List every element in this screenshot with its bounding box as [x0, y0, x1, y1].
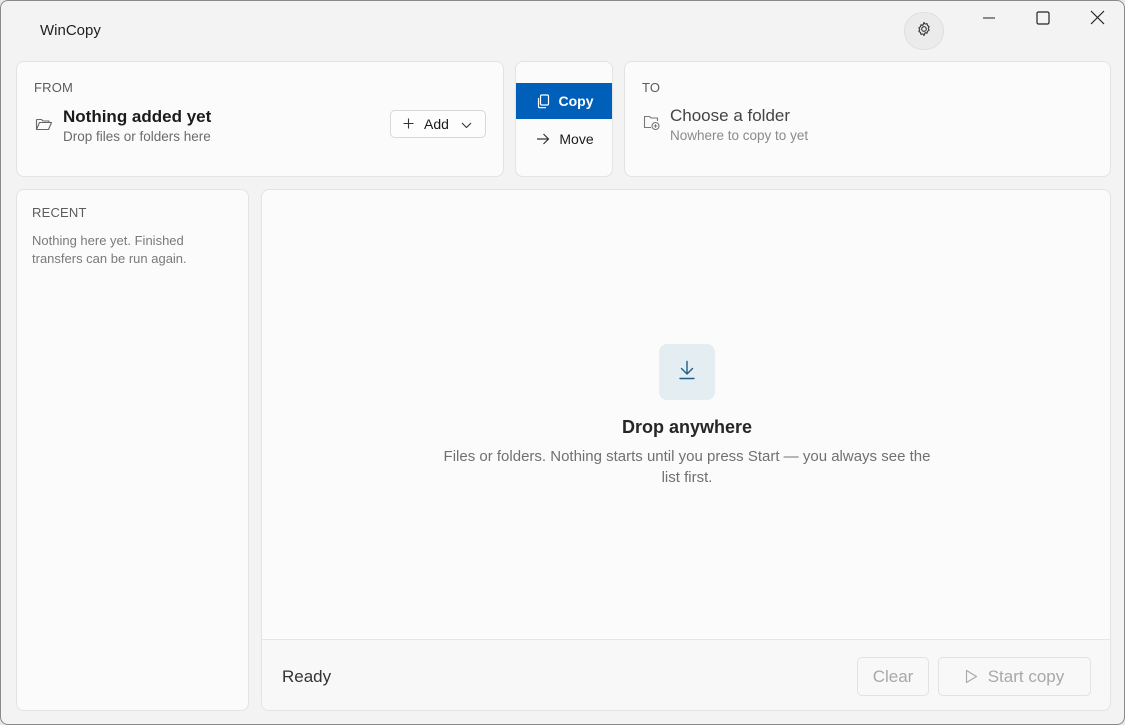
title-bar[interactable]: WinCopy [1, 1, 1124, 57]
start-copy-label: Start copy [987, 666, 1065, 686]
recent-label: RECENT [32, 205, 87, 220]
to-panel[interactable]: TO Choose a folder Nowhere to copy to ye… [624, 61, 1111, 177]
add-button[interactable]: Add [390, 110, 486, 138]
app-title: WinCopy [40, 22, 101, 39]
copy-mode-label: Copy [558, 93, 594, 109]
to-label: TO [642, 80, 661, 95]
drop-zone[interactable]: Drop anywhere Files or folders. Nothing … [261, 189, 1111, 711]
drop-icon-box [659, 344, 715, 400]
download-arrow-icon [678, 360, 696, 385]
drop-title: Drop anywhere [621, 417, 753, 437]
chevron-down-icon [461, 116, 472, 132]
from-label: FROM [34, 80, 74, 95]
close-button[interactable] [1069, 1, 1124, 39]
maximize-button[interactable] [1015, 1, 1071, 39]
start-copy-button[interactable]: Start copy [938, 657, 1091, 696]
close-icon [1090, 10, 1105, 30]
move-mode-label: Move [559, 131, 594, 147]
status-text: Ready [282, 667, 332, 686]
play-icon [965, 669, 978, 684]
gear-icon [916, 21, 932, 42]
drop-description: Files or folders. Nothing starts until y… [443, 448, 931, 486]
recent-panel: RECENT Nothing here yet. Finished transf… [16, 189, 249, 711]
from-title: Nothing added yet [63, 107, 212, 126]
folder-open-icon [35, 116, 53, 137]
from-subtitle: Drop files or folders here [63, 129, 211, 144]
clear-button[interactable]: Clear [857, 657, 929, 696]
add-button-label: Add [424, 116, 449, 132]
move-mode-button[interactable]: Move [516, 121, 612, 157]
maximize-icon [1036, 10, 1050, 30]
mode-selector: Copy Move [515, 61, 613, 177]
to-title: Choose a folder [670, 106, 791, 125]
footer-bar: Ready Clear Start copy [262, 639, 1110, 710]
to-subtitle: Nowhere to copy to yet [670, 128, 809, 143]
plus-icon [403, 116, 414, 132]
app-window: WinCopy FROM Nothing added yet Drop file… [0, 0, 1125, 725]
from-panel[interactable]: FROM Nothing added yet Drop files or fol… [16, 61, 504, 177]
recent-empty-text: Nothing here yet. Finished transfers can… [32, 233, 187, 266]
minimize-icon [982, 11, 996, 30]
copy-icon [537, 93, 550, 109]
arrow-right-icon [536, 133, 550, 145]
minimize-button[interactable] [961, 1, 1017, 39]
folder-add-icon [643, 114, 661, 136]
settings-button[interactable] [904, 12, 944, 50]
clear-button-label: Clear [872, 666, 914, 686]
copy-mode-button[interactable]: Copy [516, 83, 612, 119]
